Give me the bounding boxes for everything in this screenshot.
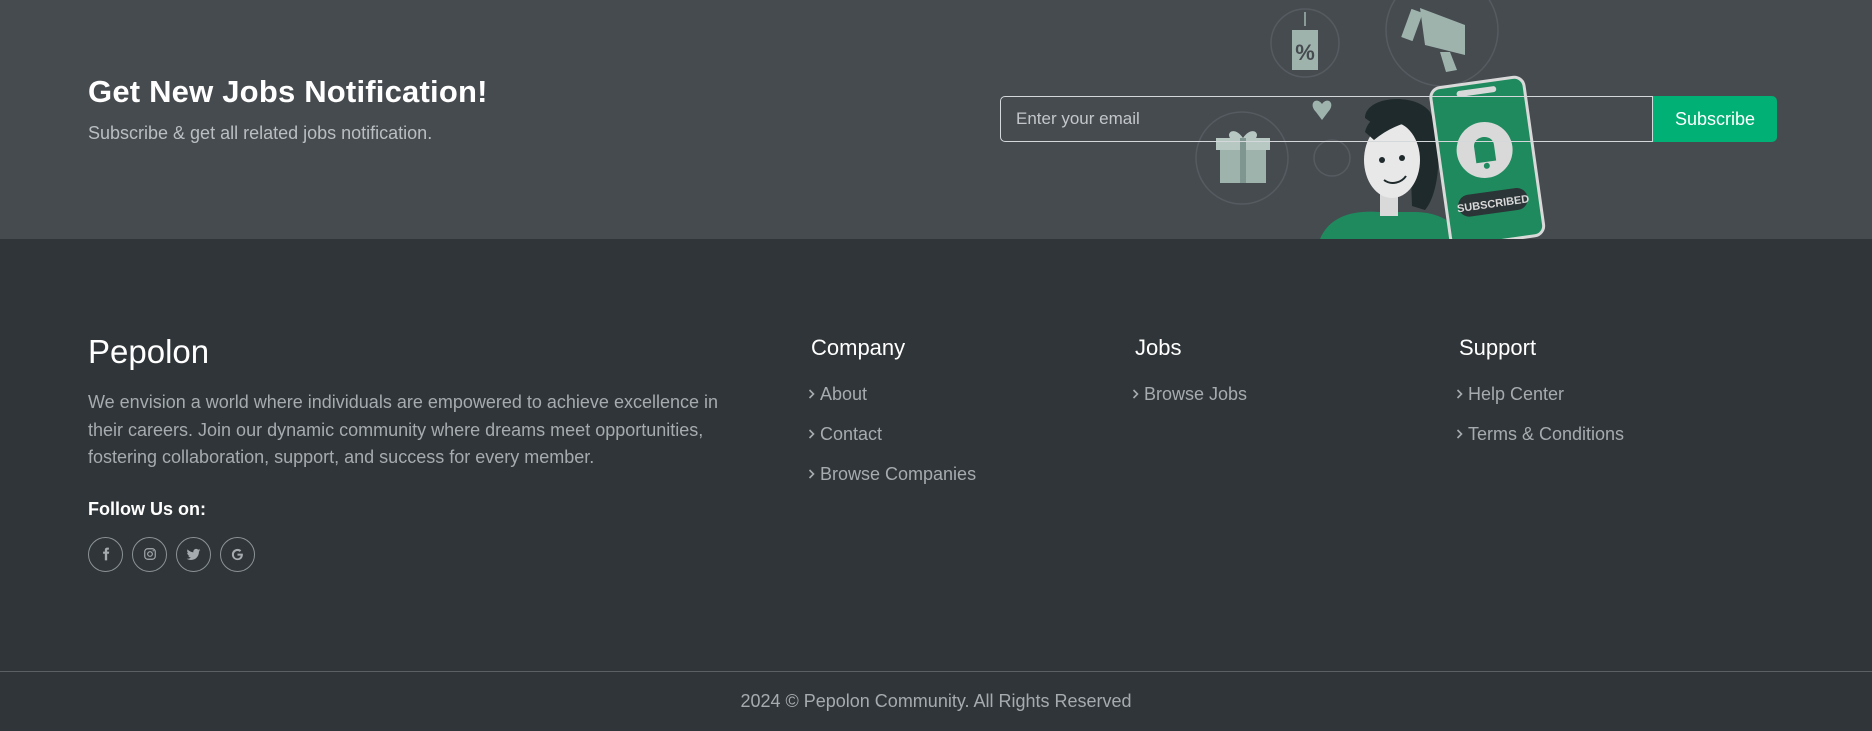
social-links — [88, 536, 748, 572]
footer-column-support: Support Help Center Terms & Conditions — [1456, 334, 1624, 454]
chevron-right-icon — [808, 429, 820, 439]
footer-brand: Pepolon — [88, 333, 210, 370]
newsletter-section: Get New Jobs Notification! Subscribe & g… — [0, 0, 1872, 239]
column-title-jobs: Jobs — [1135, 335, 1182, 360]
column-title-company: Company — [811, 335, 906, 360]
footer-about: Pepolon We envision a world where indivi… — [88, 332, 748, 572]
chevron-right-icon — [808, 469, 820, 479]
twitter-icon[interactable] — [176, 536, 211, 572]
svg-text:%: % — [1295, 40, 1315, 65]
google-icon[interactable] — [220, 536, 255, 572]
subscribe-form: Subscribe — [1000, 96, 1777, 142]
footer-link-browse-companies[interactable]: Browse Companies — [808, 454, 976, 494]
discount-tag-icon: % — [1292, 12, 1318, 70]
newsletter-subtitle: Subscribe & get all related jobs notific… — [88, 123, 433, 143]
footer-description: We envision a world where individuals ar… — [88, 392, 719, 467]
instagram-icon[interactable] — [132, 536, 167, 572]
email-input[interactable] — [1000, 96, 1653, 142]
footer-divider — [0, 671, 1872, 672]
chevron-right-icon — [1456, 429, 1468, 439]
footer-link-terms[interactable]: Terms & Conditions — [1456, 414, 1624, 454]
footer-link-browse-jobs[interactable]: Browse Jobs — [1132, 374, 1247, 414]
footer-column-company: Company About Contact Browse Companies — [808, 334, 976, 494]
subscribe-button[interactable]: Subscribe — [1653, 96, 1777, 142]
follow-us-label: Follow Us on: — [88, 498, 206, 519]
megaphone-icon — [1401, 8, 1465, 72]
facebook-icon[interactable] — [88, 536, 123, 572]
copyright-text: 2024 © Pepolon Community. All Rights Res… — [740, 690, 1132, 711]
footer-column-jobs: Jobs Browse Jobs — [1132, 334, 1247, 414]
footer: Pepolon We envision a world where indivi… — [0, 239, 1872, 672]
chevron-right-icon — [808, 389, 820, 399]
footer-link-contact[interactable]: Contact — [808, 414, 976, 454]
chevron-right-icon — [1132, 389, 1144, 399]
chevron-right-icon — [1456, 389, 1468, 399]
footer-link-help-center[interactable]: Help Center — [1456, 374, 1624, 414]
footer-link-about[interactable]: About — [808, 374, 976, 414]
newsletter-text: Get New Jobs Notification! Subscribe & g… — [88, 72, 488, 144]
newsletter-title: Get New Jobs Notification! — [88, 74, 488, 109]
column-title-support: Support — [1459, 335, 1537, 360]
